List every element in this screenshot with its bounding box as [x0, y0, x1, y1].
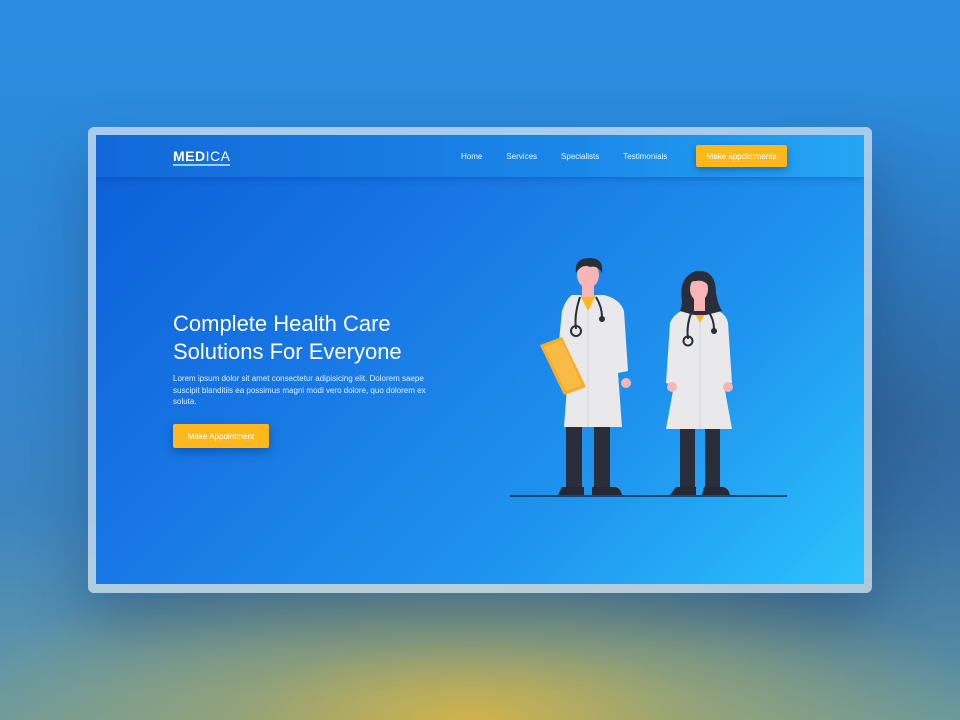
nav-link-home[interactable]: Home	[461, 152, 482, 162]
doctors-illustration	[510, 257, 787, 497]
female-doctor-figure	[666, 270, 733, 495]
logo-bold: MED	[173, 148, 206, 164]
nav-link-specialists[interactable]: Specialists	[561, 152, 599, 162]
website-screen: MEDICA Home Services Specialists Testimo…	[96, 135, 864, 584]
nav-link-services[interactable]: Services	[506, 152, 537, 162]
hero-description: Lorem ipsum dolor sit amet consectetur a…	[173, 374, 426, 406]
hero-title: Complete Health Care Solutions For Every…	[173, 311, 402, 364]
logo-light: ICA	[205, 148, 231, 164]
make-appointments-button[interactable]: Make appointments	[696, 145, 787, 167]
logo[interactable]: MEDICA	[173, 148, 231, 166]
nav-link-testimonials[interactable]: Testimonials	[623, 152, 667, 162]
make-appointment-button[interactable]: Make Appointment	[173, 424, 269, 448]
male-doctor-figure	[540, 257, 631, 495]
nav-links: Home Services Specialists Testimonials	[461, 152, 667, 162]
navbar: MEDICA Home Services Specialists Testimo…	[96, 135, 864, 177]
